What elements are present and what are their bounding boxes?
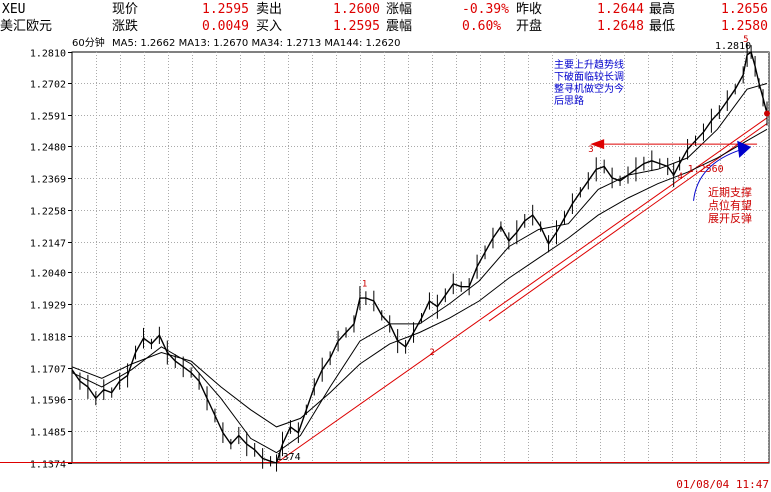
note-line: 后思路	[554, 96, 584, 107]
y-tick-label: 1.1929	[30, 301, 66, 312]
note-support: 近期支撑 点位有望 展开反弹	[708, 186, 752, 225]
y-tick-label: 1.2810	[30, 49, 66, 60]
note-trend-break: 主要上升趋势线 下破面临较长调 整寻机做空为今 后思路	[554, 60, 624, 108]
annotation-label: 1	[362, 280, 367, 290]
y-tick-label: 1.2258	[30, 207, 66, 218]
y-tick-label: 1.1596	[30, 396, 66, 407]
y-tick-label: 1.2480	[30, 143, 66, 154]
y-tick-label: 1.2702	[30, 80, 66, 91]
annotation-label: 1.2560	[688, 164, 724, 175]
plot-frame	[71, 51, 770, 464]
ma-slow-line	[71, 128, 768, 428]
price-line	[71, 50, 768, 464]
note-line: 点位有望	[708, 199, 752, 212]
timestamp-label: 01/08/04 11:47	[676, 478, 769, 491]
y-tick-label: 1.2369	[30, 175, 66, 186]
y-tick-label: 1.1707	[30, 365, 66, 376]
annotation-label: 3	[588, 145, 593, 155]
note-line: 展开反弹	[708, 212, 752, 225]
price-chart: 1.2810 1.2702 1.2591 1.2480 1.2369 1.2258 1.21…	[0, 35, 770, 491]
note-line: 主要上升趋势线	[554, 60, 624, 71]
y-tick-label: 1.2040	[30, 269, 66, 280]
y-tick-label: 1.1485	[30, 428, 66, 439]
blue-arrow-head	[737, 140, 752, 158]
note-line: 近期支撑	[708, 186, 752, 199]
y-tick-label: 1.1374	[30, 460, 66, 471]
note-line: 下破面临较长调	[554, 72, 624, 83]
last-price-marker	[764, 110, 770, 117]
annotation-label: 4	[678, 172, 683, 182]
annotation-label: 2	[429, 348, 434, 358]
y-tick-label: 1.2147	[30, 239, 66, 250]
y-tick-label: 1.2591	[30, 112, 66, 123]
note-line: 整寻机做空为今	[554, 84, 624, 95]
annotation-label: 1374	[277, 452, 301, 463]
annotation-label: 5	[743, 35, 748, 45]
ma-mid-line	[71, 83, 768, 454]
y-tick-label: 1.1818	[30, 333, 66, 344]
